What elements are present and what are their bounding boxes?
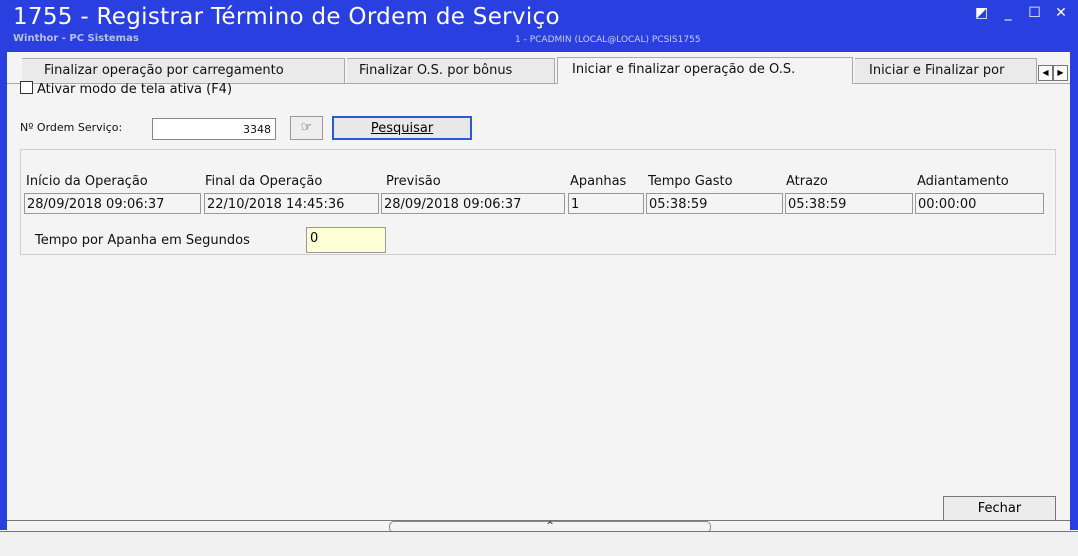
maximize-icon[interactable]: ☐ bbox=[1024, 5, 1046, 21]
active-mode-checkbox[interactable]: Ativar modo de tela ativa (F4) bbox=[20, 81, 232, 99]
session-info: 1 - PCADMIN (LOCAL@LOCAL) PCSIS1755 bbox=[515, 35, 701, 45]
os-number-input[interactable]: 3348 bbox=[152, 118, 276, 140]
checkbox-box[interactable] bbox=[20, 81, 33, 94]
window-title: 1755 - Registrar Término de Ordem de Ser… bbox=[13, 4, 560, 30]
checkbox-label: Ativar modo de tela ativa (F4) bbox=[37, 82, 233, 97]
tab-scroll-buttons: ◀ ▶ bbox=[1038, 60, 1068, 81]
delay-field: 05:38:59 bbox=[785, 193, 913, 214]
time-spent-label: Tempo Gasto bbox=[648, 174, 733, 189]
close-button[interactable]: Fechar bbox=[943, 496, 1056, 521]
end-field: 22/10/2018 14:45:36 bbox=[204, 193, 379, 214]
tab-finalizar-bonus[interactable]: Finalizar O.S. por bônus bbox=[347, 58, 555, 83]
search-button[interactable]: Pesquisar bbox=[332, 116, 472, 140]
start-label: Início da Operação bbox=[26, 174, 148, 189]
window-subtitle: Winthor - PC Sistemas bbox=[13, 33, 139, 44]
restore-icon[interactable]: ◩ bbox=[971, 5, 993, 21]
tab-finalizar-carregamento[interactable]: Finalizar operação por carregamento bbox=[22, 58, 345, 83]
tab-iniciar-finalizar-os[interactable]: Iniciar e finalizar operação de O.S. bbox=[557, 57, 853, 84]
forecast-label: Previsão bbox=[386, 174, 441, 189]
advance-label: Adiantamento bbox=[917, 174, 1009, 189]
picks-field: 1 bbox=[568, 193, 644, 214]
title-bar[interactable]: 1755 - Registrar Término de Ordem de Ser… bbox=[0, 0, 1078, 52]
delay-label: Atrazo bbox=[786, 174, 828, 189]
picks-label: Apanhas bbox=[570, 174, 627, 189]
advance-field: 00:00:00 bbox=[915, 193, 1044, 214]
end-label: Final da Operação bbox=[205, 174, 323, 189]
search-button-label: Pesquisar bbox=[370, 121, 434, 136]
time-per-pick-label: Tempo por Apanha em Segundos bbox=[35, 233, 250, 248]
tab-iniciar-finalizar-por[interactable]: Iniciar e Finalizar por bbox=[855, 58, 1037, 83]
window-controls: ◩ _ ☐ ✕ bbox=[971, 5, 1072, 21]
tab-scroll-left-icon[interactable]: ◀ bbox=[1038, 65, 1053, 81]
status-bar bbox=[0, 531, 1078, 556]
os-number-label: Nº Ordem Serviço: bbox=[20, 121, 123, 134]
start-field: 28/09/2018 09:06:37 bbox=[24, 193, 201, 214]
close-icon[interactable]: ✕ bbox=[1050, 5, 1072, 21]
time-spent-field: 05:38:59 bbox=[646, 193, 783, 214]
minimize-icon[interactable]: _ bbox=[997, 5, 1019, 21]
app-window: 1755 - Registrar Término de Ordem de Ser… bbox=[0, 0, 1078, 556]
window-border-right bbox=[1070, 0, 1078, 530]
forecast-field: 28/09/2018 09:06:37 bbox=[381, 193, 565, 214]
time-per-pick-input[interactable]: 0 bbox=[306, 227, 386, 253]
window-border-left bbox=[0, 0, 7, 530]
tab-scroll-right-icon[interactable]: ▶ bbox=[1053, 65, 1068, 81]
lookup-icon[interactable]: ☞ bbox=[290, 116, 323, 140]
